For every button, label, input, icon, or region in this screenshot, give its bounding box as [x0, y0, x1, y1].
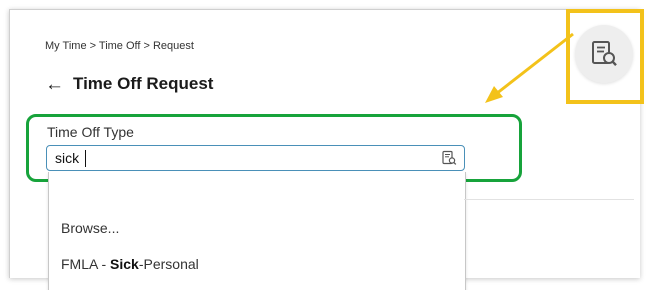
- callout-arrow: [485, 32, 574, 103]
